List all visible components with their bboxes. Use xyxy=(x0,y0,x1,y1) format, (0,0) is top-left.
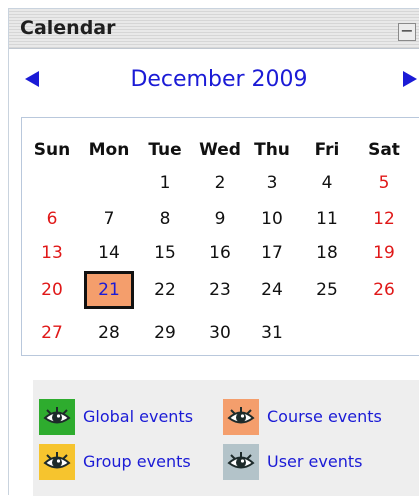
weekday-header-fri: Fri xyxy=(314,140,340,160)
collapse-button[interactable]: − xyxy=(398,23,416,41)
date-cell: 10 xyxy=(261,209,283,229)
date-cell: 17 xyxy=(261,243,283,263)
previous-month-icon[interactable] xyxy=(25,71,39,87)
month-title[interactable]: December 2009 xyxy=(129,67,309,92)
legend-label[interactable]: Global events xyxy=(83,407,193,426)
block-header: Calendar − xyxy=(9,9,419,49)
date-cell: 26 xyxy=(373,280,395,300)
date-cell: 18 xyxy=(316,243,338,263)
date-cell: 22 xyxy=(154,280,176,300)
weekday-header-sat: Sat xyxy=(368,140,400,160)
date-cell: 23 xyxy=(209,280,231,300)
legend-label[interactable]: Course events xyxy=(267,407,382,426)
weekday-header-sun: Sun xyxy=(33,140,71,160)
today-date-cell[interactable]: 21 xyxy=(84,271,134,309)
date-cell: 1 xyxy=(159,173,171,193)
weekday-header-wed: Wed xyxy=(199,140,241,160)
date-cell: 30 xyxy=(209,323,231,343)
eye-icon[interactable] xyxy=(39,444,75,480)
date-cell: 28 xyxy=(98,323,120,343)
date-cell: 8 xyxy=(159,209,171,229)
date-cell: 24 xyxy=(261,280,283,300)
date-cell: 27 xyxy=(41,323,63,343)
date-cell: 9 xyxy=(214,209,226,229)
date-cell: 7 xyxy=(103,209,115,229)
date-cell: 31 xyxy=(261,323,283,343)
date-cell: 19 xyxy=(373,243,395,263)
date-cell: 14 xyxy=(98,243,120,263)
month-navigation: December 2009 xyxy=(9,65,419,97)
eye-icon[interactable] xyxy=(39,399,75,435)
date-cell: 6 xyxy=(46,209,58,229)
date-cell: 16 xyxy=(209,243,231,263)
calendar-block: Calendar − December 2009 Sun Mon Tue Wed Thu… xyxy=(8,8,419,496)
eye-icon[interactable] xyxy=(223,444,259,480)
weekday-header-mon: Mon xyxy=(88,140,130,160)
event-legend: Global events Course events Group events… xyxy=(33,380,419,496)
eye-icon[interactable] xyxy=(223,399,259,435)
date-cell: 13 xyxy=(41,243,63,263)
next-month-icon[interactable] xyxy=(403,71,417,87)
weekday-header-tue: Tue xyxy=(148,140,182,160)
legend-label[interactable]: User events xyxy=(267,452,362,471)
calendar-grid: Sun Mon Tue Wed Thu Fri Sat 1 2 3 4 5 6 7 8 9 10 11 12 13 14… xyxy=(21,117,419,356)
date-cell: 29 xyxy=(154,323,176,343)
date-cell: 11 xyxy=(316,209,338,229)
date-cell: 15 xyxy=(154,243,176,263)
block-title: Calendar xyxy=(20,17,116,39)
date-cell: 12 xyxy=(373,209,395,229)
legend-label[interactable]: Group events xyxy=(83,452,191,471)
date-cell: 25 xyxy=(316,280,338,300)
weekday-header-thu: Thu xyxy=(254,140,290,160)
date-cell: 5 xyxy=(378,173,390,193)
date-cell: 20 xyxy=(41,280,63,300)
date-cell: 2 xyxy=(214,173,226,193)
date-cell: 3 xyxy=(266,173,278,193)
date-cell: 4 xyxy=(321,173,333,193)
